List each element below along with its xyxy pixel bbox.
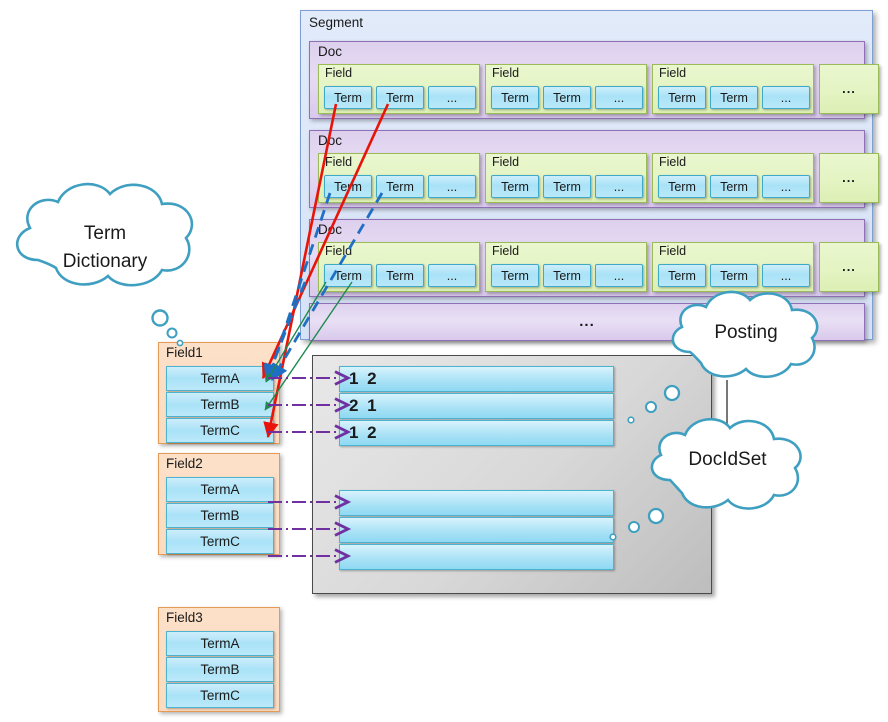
term-chip: Term: [324, 264, 372, 287]
term-chip: Term: [376, 175, 424, 198]
term-chip: Term: [491, 175, 539, 198]
doc-field: Field Term Term ...: [485, 153, 647, 203]
posting-row: 1 2: [339, 420, 614, 446]
segment-label: Segment: [309, 15, 364, 30]
doc-field-more: ...: [819, 64, 879, 114]
doc-label: Doc: [318, 44, 343, 59]
posting-container: 1 2 2 1 1 2: [312, 355, 712, 594]
dictionary-term-row: TermB: [166, 503, 274, 528]
term-chip: Term: [710, 264, 758, 287]
term-chip: Term: [710, 86, 758, 109]
dictionary-term-row: TermC: [166, 529, 274, 554]
field-group-label: Field2: [166, 456, 203, 471]
dictionary-term-row: TermA: [166, 477, 274, 502]
posting-row: [339, 490, 614, 516]
field-label: Field: [659, 66, 687, 80]
doc-field: Field Term Term ...: [652, 242, 814, 292]
term-chip: Term: [658, 175, 706, 198]
field-label: Field: [492, 66, 520, 80]
dictionary-term-row: TermC: [166, 683, 274, 708]
field-label: Field: [659, 244, 687, 258]
posting-row: [339, 517, 614, 543]
field-label: Field: [492, 155, 520, 169]
dictionary-term-row: TermA: [166, 366, 274, 391]
term-chip-more: ...: [762, 175, 810, 198]
field-label: Field: [325, 155, 353, 169]
doc-field-more: ...: [819, 153, 879, 203]
field-label: Field: [659, 155, 687, 169]
term-chip-more: ...: [595, 264, 643, 287]
segment-box: Segment Doc Field Term Term ... Field Te…: [300, 10, 879, 341]
doc-field: Field Term Term ...: [485, 64, 647, 114]
ellipsis-label: ...: [842, 259, 856, 274]
term-chip: Term: [324, 175, 372, 198]
term-chip: Term: [710, 175, 758, 198]
cloud-label-line2: Dictionary: [62, 251, 148, 272]
field-label: Field: [492, 244, 520, 258]
doc-field-more: ...: [819, 242, 879, 292]
doc-row: Doc Field Term Term ... Field Term Term …: [309, 41, 879, 119]
term-chip: Term: [491, 86, 539, 109]
term-chip: Term: [491, 264, 539, 287]
doc-field: Field Term Term ...: [485, 242, 647, 292]
cloud-label-line1: Term: [83, 223, 127, 244]
ellipsis-label: ...: [842, 81, 856, 96]
doc-label: Doc: [318, 222, 343, 237]
doc-field: Field Term Term ...: [318, 242, 480, 292]
field-group-label: Field1: [166, 345, 203, 360]
posting-row: 1 2: [339, 366, 614, 392]
term-chip: Term: [324, 86, 372, 109]
term-dictionary-field-group: Field1 TermA TermB TermC: [158, 342, 280, 444]
term-dictionary-field-group: Field2 TermA TermB TermC: [158, 453, 280, 555]
ellipsis-label: ...: [842, 170, 856, 185]
posting-row: [339, 544, 614, 570]
term-chip: Term: [543, 264, 591, 287]
dictionary-term-row: TermB: [166, 657, 274, 682]
term-chip: Term: [543, 175, 591, 198]
term-chip-more: ...: [428, 264, 476, 287]
term-chip-more: ...: [595, 175, 643, 198]
term-chip-more: ...: [595, 86, 643, 109]
cloud-label-line1: DocIdSet: [688, 449, 767, 470]
term-chip: Term: [376, 264, 424, 287]
cloud-label-line1: Posting: [714, 322, 778, 343]
ellipsis-label: ...: [579, 313, 595, 330]
term-chip: Term: [658, 86, 706, 109]
term-chip: Term: [543, 86, 591, 109]
dictionary-term-row: TermA: [166, 631, 274, 656]
term-chip-more: ...: [428, 175, 476, 198]
field-group-label: Field3: [166, 610, 203, 625]
doc-field: Field Term Term ...: [652, 153, 814, 203]
doc-row: Doc Field Term Term ... Field Term Term …: [309, 130, 879, 208]
field-label: Field: [325, 244, 353, 258]
dictionary-term-row: TermB: [166, 392, 274, 417]
term-chip: Term: [376, 86, 424, 109]
dictionary-term-row: TermC: [166, 418, 274, 443]
doc-row: Doc Field Term Term ... Field Term Term …: [309, 219, 879, 297]
doc-field: Field Term Term ...: [318, 64, 480, 114]
doc-field: Field Term Term ...: [652, 64, 814, 114]
posting-row: 2 1: [339, 393, 614, 419]
doc-label: Doc: [318, 133, 343, 148]
doc-field: Field Term Term ...: [318, 153, 480, 203]
term-chip-more: ...: [762, 86, 810, 109]
field-label: Field: [325, 66, 353, 80]
term-chip: Term: [658, 264, 706, 287]
term-chip-more: ...: [428, 86, 476, 109]
term-chip-more: ...: [762, 264, 810, 287]
term-dictionary-field-group: Field3 TermA TermB TermC: [158, 607, 280, 712]
diagram-canvas: Segment Doc Field Term Term ... Field Te…: [0, 0, 888, 722]
